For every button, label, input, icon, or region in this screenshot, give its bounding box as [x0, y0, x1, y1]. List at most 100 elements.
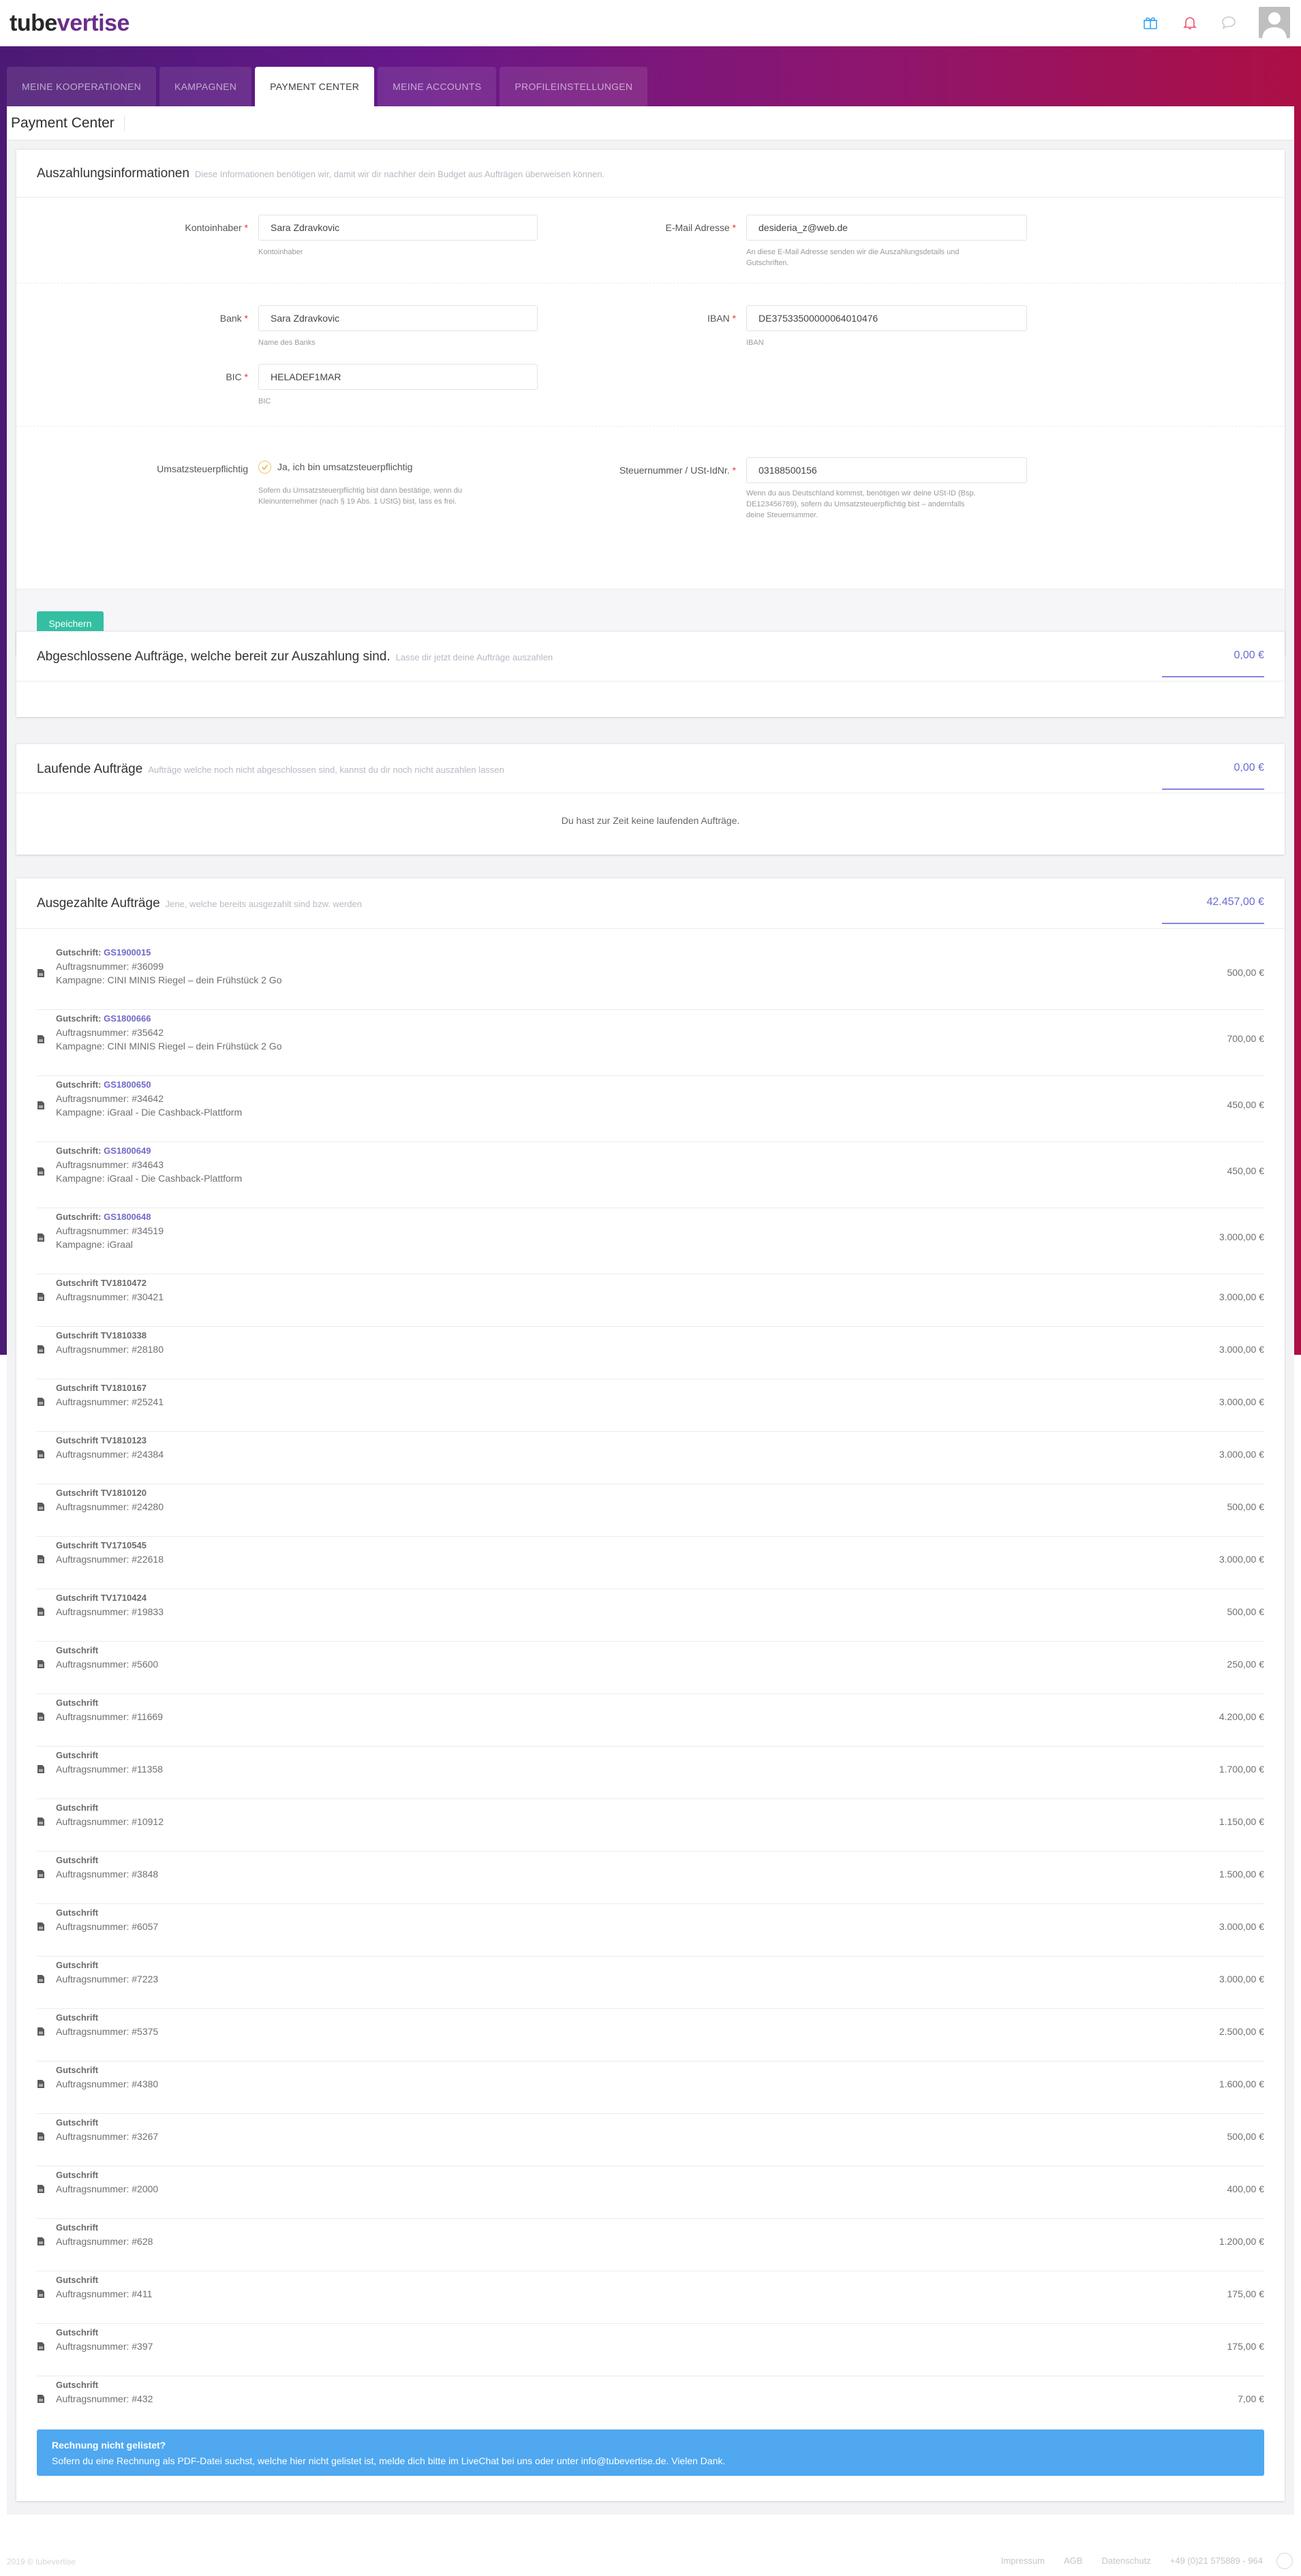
paid-order-amount: 1.500,00 €	[1219, 1869, 1264, 1880]
pdf-icon[interactable]	[37, 1764, 45, 1774]
paid-order-amount: 3.000,00 €	[1219, 1396, 1264, 1407]
pdf-icon[interactable]	[37, 2394, 45, 2404]
pdf-icon[interactable]	[37, 1817, 45, 1826]
pdf-icon[interactable]	[37, 1167, 45, 1176]
gift-icon[interactable]	[1140, 12, 1161, 33]
paid-order-amount: 7,00 €	[1238, 2393, 1264, 2404]
tab-meine-accounts[interactable]: MEINE ACCOUNTS	[378, 67, 497, 106]
check-icon	[261, 464, 269, 470]
pdf-icon[interactable]	[37, 1607, 45, 1616]
kontoinhaber-input[interactable]	[258, 215, 538, 241]
paid-order-row: Gutschrift Auftragsnummer: #7223 3.000,00 …	[37, 1957, 1264, 2009]
pdf-icon[interactable]	[37, 2342, 45, 2351]
ust-checkbox-label[interactable]: Ja, ich bin umsatzsteuerpflichtig	[277, 461, 412, 472]
footer-link-datenschutz[interactable]: Datenschutz	[1101, 2556, 1150, 2566]
page-title-bar: Payment Center	[7, 106, 1294, 140]
bank-label: Bank *	[219, 313, 248, 324]
pdf-icon[interactable]	[37, 1869, 45, 1879]
paid-order-title: Gutschrift	[56, 1803, 99, 1813]
iban-input[interactable]	[746, 305, 1027, 331]
footer-link-impressum[interactable]: Impressum	[1001, 2556, 1045, 2566]
paid-order-title: Gutschrift	[56, 1750, 99, 1760]
top-icons	[1140, 7, 1290, 38]
bank-input[interactable]	[258, 305, 538, 331]
paid-order-amount: 450,00 €	[1227, 1099, 1265, 1110]
tab-payment-center[interactable]: PAYMENT CENTER	[255, 67, 375, 106]
pdf-icon[interactable]	[37, 1502, 45, 1512]
pdf-icon[interactable]	[37, 1233, 45, 1242]
steuer-input[interactable]	[746, 457, 1027, 483]
paid-order-title: Gutschrift TV1810167	[56, 1383, 147, 1393]
tab-profileinstellungen[interactable]: PROFILEINSTELLUNGEN	[500, 67, 648, 106]
paid-order-row: Gutschrift Auftragsnummer: #4380 1.600,00 …	[37, 2061, 1264, 2114]
email-input[interactable]	[746, 215, 1027, 241]
paid-order-number: Auftragsnummer: #7223	[56, 1974, 159, 1984]
pdf-icon[interactable]	[37, 1554, 45, 1564]
pdf-icon[interactable]	[37, 1101, 45, 1110]
pdf-icon[interactable]	[37, 1450, 45, 1459]
paid-order-row: Gutschrift Auftragsnummer: #411 175,00 €	[37, 2271, 1264, 2324]
pdf-icon[interactable]	[37, 1345, 45, 1354]
running-orders-title: Laufende Aufträge Aufträge welche noch ni…	[37, 762, 504, 776]
paid-order-row: Gutschrift Auftragsnummer: #11358 1.700,00…	[37, 1747, 1264, 1799]
paid-order-title: Gutschrift: GS1800650	[56, 1079, 151, 1090]
running-orders-amount: 0,00 €	[1162, 762, 1264, 790]
page-footer: 2019 © tubevertise Impressum AGB Datensc…	[0, 2515, 1301, 2576]
paid-order-amount: 2.500,00 €	[1219, 2026, 1264, 2037]
paid-order-title: Gutschrift	[56, 1960, 99, 1970]
chat-icon[interactable]	[1219, 12, 1240, 33]
pdf-icon[interactable]	[37, 1712, 45, 1721]
pdf-icon[interactable]	[37, 2132, 45, 2141]
paid-order-row: Gutschrift Auftragsnummer: #10912 1.150,00…	[37, 1799, 1264, 1852]
paid-order-title: Gutschrift: GS1900015	[56, 947, 151, 957]
paid-order-number: Auftragsnummer: #4380	[56, 2079, 159, 2089]
paid-order-code-link[interactable]: GS1800650	[104, 1079, 151, 1090]
pdf-icon[interactable]	[37, 1974, 45, 1984]
paid-order-title: Gutschrift TV1810338	[56, 1330, 147, 1340]
pdf-icon[interactable]	[37, 1922, 45, 1931]
paid-order-row: Gutschrift: GS1800666 Auftragsnummer: #35…	[37, 1010, 1264, 1076]
pdf-icon[interactable]	[37, 1397, 45, 1407]
completed-orders-header: Abgeschlossene Aufträge, welche bereit z…	[16, 632, 1285, 681]
divider	[16, 426, 1285, 427]
paid-order-amount: 3.000,00 €	[1219, 1974, 1264, 1984]
paid-order-title: Gutschrift: GS1800666	[56, 1013, 151, 1024]
paid-order-row: Gutschrift Auftragsnummer: #11669 4.200,00…	[37, 1694, 1264, 1747]
pdf-icon[interactable]	[37, 2237, 45, 2246]
paid-order-campaign: Kampagne: iGraal - Die Cashback-Plattfor…	[56, 1173, 243, 1184]
paid-order-row: Gutschrift Auftragsnummer: #5375 2.500,00 …	[37, 2009, 1264, 2061]
footer-link-agb[interactable]: AGB	[1064, 2556, 1082, 2566]
paid-order-code-link[interactable]: GS1800649	[104, 1146, 151, 1156]
logo[interactable]: tubevertise	[10, 10, 129, 37]
paid-order-number: Auftragsnummer: #35642	[56, 1027, 164, 1038]
pdf-icon[interactable]	[37, 2184, 45, 2194]
bell-icon[interactable]	[1180, 12, 1200, 33]
paid-order-title: Gutschrift	[56, 1698, 99, 1708]
tab-meine-kooperationen[interactable]: MEINE KOOPERATIONEN	[7, 67, 157, 106]
pdf-icon[interactable]	[37, 2079, 45, 2089]
paid-order-row: Gutschrift Auftragsnummer: #5600 250,00 €	[37, 1642, 1264, 1694]
pdf-icon[interactable]	[37, 968, 45, 978]
paid-order-title: Gutschrift: GS1800648	[56, 1212, 151, 1222]
paid-order-number: Auftragsnummer: #11358	[56, 1764, 163, 1775]
help-icon[interactable]	[1276, 2553, 1293, 2569]
pdf-icon[interactable]	[37, 2289, 45, 2299]
avatar[interactable]	[1259, 7, 1290, 38]
pdf-icon[interactable]	[37, 1034, 45, 1044]
pdf-icon[interactable]	[37, 1659, 45, 1669]
paid-order-title: Gutschrift	[56, 1907, 99, 1918]
paid-order-code-link[interactable]: GS1800666	[104, 1013, 151, 1024]
paid-order-number: Auftragsnummer: #24384	[56, 1449, 164, 1460]
pdf-icon[interactable]	[37, 1292, 45, 1302]
paid-order-code-link[interactable]: GS1800648	[104, 1212, 151, 1222]
invoice-notice-body: Sofern du eine Rechnung als PDF-Datei su…	[52, 2455, 726, 2466]
paid-order-code-link[interactable]: GS1900015	[104, 947, 151, 957]
paid-order-number: Auftragsnummer: #5600	[56, 1659, 159, 1670]
tab-kampagnen[interactable]: KAMPAGNEN	[159, 67, 252, 106]
paid-order-row: Gutschrift: GS1800649 Auftragsnummer: #34…	[37, 1142, 1264, 1208]
pdf-icon[interactable]	[37, 2027, 45, 2036]
bic-input[interactable]	[258, 364, 538, 390]
paid-order-row: Gutschrift Auftragsnummer: #432 7,00 €	[37, 2376, 1264, 2429]
ust-checkbox[interactable]	[258, 461, 271, 474]
paid-order-title: Gutschrift	[56, 2275, 99, 2285]
